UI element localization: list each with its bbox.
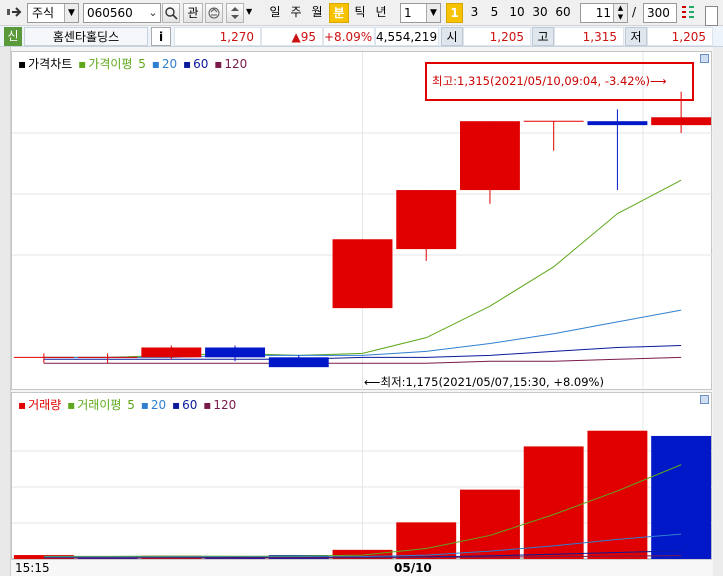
minute-button-1[interactable]: 1 [446,3,463,23]
period-tick[interactable]: 틱 [350,3,370,23]
search-icon [165,7,178,20]
stock-code-input[interactable]: 060560 ⌄ [83,3,161,23]
x-axis-date-label: 05/10 [394,561,432,575]
low-value: 1,205 [647,27,713,46]
price-ma-20: 20 [161,57,178,71]
gwan-button[interactable]: 관 [183,3,203,23]
volume-legend: ▪ 거래량 ▪ 거래이평 5 ▪ 20 ▪ 60 ▪ 120 [18,398,237,412]
price-change: ▲95 [261,27,323,46]
candle-body [141,347,202,358]
chart-window: 주식 ▼ 060560 ⌄ 관 ▼ 일 주 월 분 틱 년 1 ▼ 1 3 5 … [0,0,723,576]
volume-bar [523,446,584,559]
open-label: 시 [441,27,463,46]
period-month[interactable]: 월 [307,3,327,23]
info-button[interactable]: i [151,27,171,46]
up-down-stepper[interactable] [226,3,244,23]
volume-ma-5: 5 [127,398,135,412]
volume-bar [460,489,520,559]
count-separator: / [632,5,637,19]
new-badge: 신 [4,27,22,46]
volume-ma-60: 60 [182,398,198,412]
quote-bar: 신 홈센타홀딩스 i 1,270 ▲95 +8.09% 4,554,219 시 … [0,26,723,47]
market-type-select[interactable]: 주식 ▼ [27,3,79,23]
price-chart-panel[interactable]: ▪ 가격차트 ▪ 가격이평 5 ▪ 20 ▪ 60 ▪ 120 최고:1,315(2021… [11,51,713,391]
candle-body [205,347,265,358]
price-title: 가격차트 [28,57,73,71]
count-value: 11 [595,6,611,20]
volume-chart-panel[interactable]: ▪ 거래량 ▪ 거래이평 5 ▪ 20 ▪ 60 ▪ 120 [11,392,713,560]
total-input[interactable]: 300 [643,3,677,23]
price-ma-60: 60 [193,57,209,71]
period-year[interactable]: 년 [371,3,391,23]
high-annotation: 최고:1,315(2021/05/10,09:04, -3.42%)⟶ [432,74,667,88]
interval-select[interactable]: 1 ▼ [400,3,441,23]
minute-button-5[interactable]: 5 [486,3,503,23]
period-minute[interactable]: 분 [329,3,349,23]
settings-icon[interactable] [680,3,696,23]
high-value: 1,315 [554,27,624,46]
period-week[interactable]: 주 [286,3,306,23]
high-label: 고 [532,27,554,46]
interval-value: 1 [404,6,412,20]
change-percent: +8.09% [323,27,375,46]
candle-body [396,190,457,250]
sync-icon [208,7,220,19]
chevron-down-icon[interactable]: ▼ [64,4,78,22]
sync-button[interactable] [205,3,223,23]
candle-body [268,357,329,368]
volume-value: 4,554,219 [375,27,439,46]
arrow-right-icon[interactable] [6,3,24,23]
price-ma-label: 가격이평 [88,57,133,71]
chart-toolbar: 주식 ▼ 060560 ⌄ 관 ▼ 일 주 월 분 틱 년 1 ▼ 1 3 5 … [0,0,723,26]
count-stepper[interactable]: 11 ▲ ▼ [580,3,628,23]
volume-ma-label: 거래이평 [77,398,122,412]
chevron-down-icon[interactable]: ▼ [426,4,440,22]
up-down-icon [231,7,239,19]
option-checkbox[interactable] [705,6,718,26]
x-axis-start-time: 15:15 [15,561,50,575]
minute-button-60[interactable]: 60 [552,3,574,23]
period-day[interactable]: 일 [265,3,285,23]
open-value: 1,205 [463,27,531,46]
left-scroll-strip [0,47,11,576]
stepper-arrows-icon[interactable]: ▲ ▼ [613,4,627,22]
candle-body [460,121,520,191]
low-label: 저 [625,27,647,46]
price-ma-120: 120 [224,57,248,71]
search-button[interactable] [162,3,180,23]
x-axis: 15:15 05/10 [11,559,712,576]
volume-ma-20: 20 [150,398,167,412]
volume-chart[interactable] [12,393,713,560]
right-scroll-strip [713,47,723,576]
price-legend: ▪ 가격차트 ▪ 가격이평 5 ▪ 20 ▪ 60 ▪ 120 [18,57,248,71]
minute-button-30[interactable]: 30 [529,3,551,23]
candle-body [332,239,393,309]
stock-code-value: 060560 [87,6,133,20]
minute-button-3[interactable]: 3 [466,3,483,23]
panel-maximize-box[interactable] [700,395,709,404]
chevron-down-icon[interactable]: ⌄ [146,4,160,22]
market-type-value: 주식 [32,6,55,20]
low-annotation: ⟵최저:1,175(2021/05/07,15:30, +8.09%) [364,375,604,389]
minute-button-10[interactable]: 10 [506,3,528,23]
candle-body [587,121,648,126]
volume-bar [651,435,712,559]
panel-maximize-box[interactable] [700,54,709,63]
price-ma-5: 5 [138,57,146,71]
volume-ma-120: 120 [213,398,237,412]
volume-title: 거래량 [28,398,62,412]
price-chart[interactable] [12,52,713,391]
candle-body [651,117,712,126]
stock-name[interactable]: 홈센타홀딩스 [24,27,148,46]
current-price: 1,270 [174,27,261,46]
dropdown-small[interactable]: ▼ [246,3,256,23]
